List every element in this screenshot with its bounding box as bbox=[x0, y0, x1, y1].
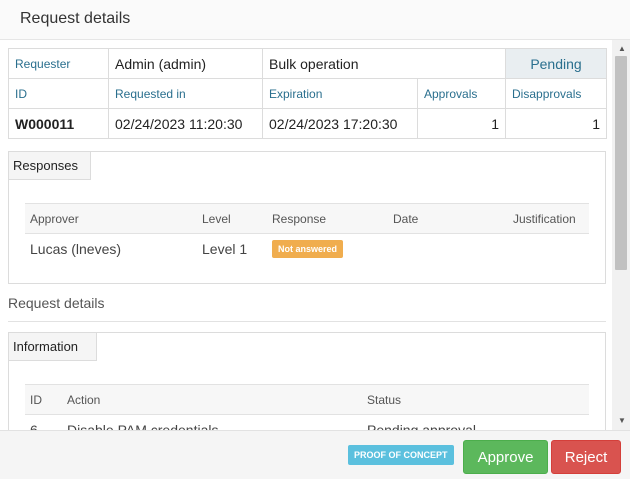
justification-cell bbox=[508, 234, 589, 264]
modal-body[interactable]: Requester Admin (admin) Bulk operation P… bbox=[0, 40, 612, 430]
level-cell: Level 1 bbox=[202, 240, 248, 257]
requested-in-label: Requested in bbox=[108, 78, 263, 109]
response-cell: Not answered bbox=[267, 234, 388, 264]
scroll-down-arrow-icon[interactable]: ▼ bbox=[618, 416, 626, 425]
requested-in-value: 02/24/2023 11:20:30 bbox=[108, 108, 263, 139]
disapprovals-count: 1 bbox=[505, 108, 608, 139]
not-answered-badge: Not answered bbox=[272, 239, 344, 258]
expiration-label: Expiration bbox=[262, 78, 418, 109]
date-header: Date bbox=[388, 203, 508, 234]
info-id-cell: 6 bbox=[30, 421, 38, 430]
operation-type: Bulk operation bbox=[261, 48, 507, 79]
responses-panel: Responses Approver Level Response Date J… bbox=[8, 151, 606, 284]
scroll-up-arrow-icon[interactable]: ▲ bbox=[618, 44, 626, 53]
approve-button[interactable]: Approve bbox=[463, 440, 548, 474]
request-details-section-title: Request details bbox=[8, 295, 105, 311]
reject-button[interactable]: Reject bbox=[551, 440, 621, 474]
approvals-count: 1 bbox=[416, 108, 507, 139]
scrollbar-thumb[interactable] bbox=[615, 56, 627, 270]
requester-value: Admin (admin) bbox=[108, 48, 263, 79]
modal-header: Request details bbox=[0, 0, 630, 40]
level-header: Level bbox=[197, 203, 267, 234]
info-status-header: Status bbox=[362, 384, 589, 415]
expiration-value: 02/24/2023 17:20:30 bbox=[262, 108, 418, 139]
request-id-value: W000011 bbox=[8, 108, 109, 139]
approver-header: Approver bbox=[25, 203, 197, 234]
proof-of-concept-badge: PROOF OF CONCEPT bbox=[348, 445, 454, 465]
action-cell: Disable PAM credentials bbox=[67, 421, 219, 430]
approvals-label: Approvals bbox=[416, 78, 507, 109]
table-row: Lucas (lneves) Level 1 Not answered bbox=[25, 234, 589, 264]
id-label: ID bbox=[8, 78, 109, 109]
info-status-cell: Pending approval bbox=[367, 421, 476, 430]
disapprovals-label: Disapprovals bbox=[505, 78, 608, 109]
information-table: ID Action Status 6 Disable PAM credentia… bbox=[25, 384, 589, 430]
modal-title: Request details bbox=[20, 10, 131, 27]
table-row: 6 Disable PAM credentials Pending approv… bbox=[25, 415, 589, 430]
request-summary-table: Requester Admin (admin) Bulk operation P… bbox=[8, 48, 608, 139]
tab-responses[interactable]: Responses bbox=[9, 152, 91, 180]
modal-footer: PROOF OF CONCEPT Approve Reject bbox=[0, 430, 630, 479]
action-header: Action bbox=[62, 384, 362, 415]
tab-information[interactable]: Information bbox=[9, 333, 97, 361]
vertical-scrollbar[interactable]: ▲ ▼ bbox=[612, 40, 630, 430]
info-id-header: ID bbox=[25, 384, 62, 415]
response-header: Response bbox=[267, 203, 388, 234]
responses-table: Approver Level Response Date Justificati… bbox=[25, 203, 589, 264]
approver-cell: Lucas (lneves) bbox=[30, 240, 122, 257]
date-cell bbox=[388, 234, 508, 264]
justification-header: Justification bbox=[508, 203, 589, 234]
information-panel: Information ID Action Status 6 Disable P… bbox=[8, 332, 606, 430]
status-badge: Pending bbox=[505, 48, 608, 79]
requester-label: Requester bbox=[8, 48, 109, 79]
section-divider bbox=[8, 321, 606, 322]
